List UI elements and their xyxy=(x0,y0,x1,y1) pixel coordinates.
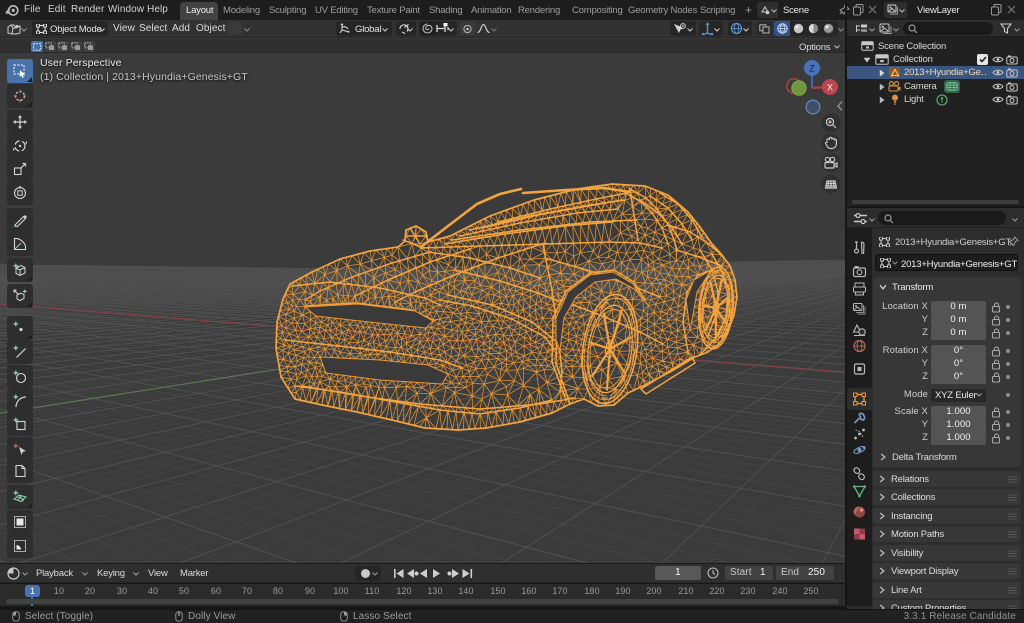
svg-text:X: X xyxy=(827,83,833,93)
svg-text:Z: Z xyxy=(809,64,815,74)
